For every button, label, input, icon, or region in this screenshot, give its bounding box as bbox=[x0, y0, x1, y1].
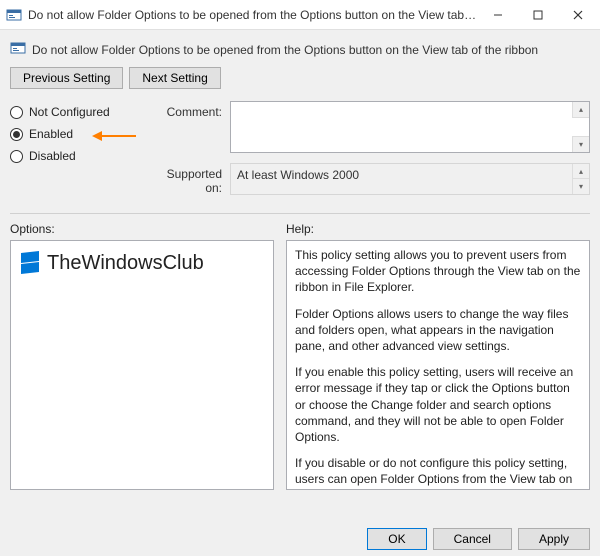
radio-icon bbox=[10, 106, 23, 119]
radio-label: Not Configured bbox=[29, 105, 110, 119]
radio-not-configured[interactable]: Not Configured bbox=[10, 105, 140, 119]
dialog-footer: OK Cancel Apply bbox=[367, 528, 590, 550]
options-panel: TheWindowsClub bbox=[10, 240, 274, 490]
comment-input[interactable]: ▴ ▾ bbox=[230, 101, 590, 153]
policy-icon bbox=[6, 7, 22, 23]
supported-value: At least Windows 2000 bbox=[237, 168, 359, 182]
help-panel: This policy setting allows you to preven… bbox=[286, 240, 590, 490]
next-setting-button[interactable]: Next Setting bbox=[129, 67, 220, 89]
supported-field: At least Windows 2000 ▴ ▾ bbox=[230, 163, 590, 195]
previous-setting-button[interactable]: Previous Setting bbox=[10, 67, 123, 89]
help-column: Help: This policy setting allows you to … bbox=[286, 222, 590, 490]
window-controls bbox=[478, 1, 598, 29]
scroll-up-icon[interactable]: ▴ bbox=[572, 102, 589, 118]
nav-buttons: Previous Setting Next Setting bbox=[10, 67, 590, 89]
help-paragraph: If you enable this policy setting, users… bbox=[295, 364, 581, 445]
ok-button[interactable]: OK bbox=[367, 528, 426, 550]
form-column: Comment: ▴ ▾ Supported on: At least Wind… bbox=[150, 101, 590, 205]
cancel-button[interactable]: Cancel bbox=[433, 528, 512, 550]
close-button[interactable] bbox=[558, 1, 598, 29]
watermark-text: TheWindowsClub bbox=[47, 252, 204, 275]
comment-row: Comment: ▴ ▾ bbox=[150, 101, 590, 153]
config-area: Not Configured Enabled Disabled Comment:… bbox=[10, 101, 590, 205]
scroll-down-icon[interactable]: ▾ bbox=[572, 178, 589, 194]
maximize-button[interactable] bbox=[518, 1, 558, 29]
radio-disabled[interactable]: Disabled bbox=[10, 149, 140, 163]
policy-icon bbox=[10, 40, 26, 59]
radio-label: Enabled bbox=[29, 127, 73, 141]
window-title: Do not allow Folder Options to be opened… bbox=[28, 8, 478, 22]
policy-title: Do not allow Folder Options to be opened… bbox=[32, 43, 538, 57]
help-paragraph: Folder Options allows users to change th… bbox=[295, 306, 581, 355]
supported-row: Supported on: At least Windows 2000 ▴ ▾ bbox=[150, 163, 590, 195]
lower-panels: Options: TheWindowsClub Help: This polic… bbox=[10, 222, 590, 490]
content-area: Do not allow Folder Options to be opened… bbox=[0, 30, 600, 496]
divider bbox=[10, 213, 590, 214]
help-label: Help: bbox=[286, 222, 590, 236]
radio-label: Disabled bbox=[29, 149, 76, 163]
policy-header: Do not allow Folder Options to be opened… bbox=[10, 36, 590, 67]
watermark: TheWindowsClub bbox=[17, 249, 267, 278]
radio-icon bbox=[10, 150, 23, 163]
supported-label: Supported on: bbox=[150, 163, 230, 195]
annotation-arrow-icon bbox=[92, 129, 136, 146]
titlebar: Do not allow Folder Options to be opened… bbox=[0, 0, 600, 30]
radio-enabled[interactable]: Enabled bbox=[10, 127, 140, 141]
options-label: Options: bbox=[10, 222, 274, 236]
help-paragraph: This policy setting allows you to preven… bbox=[295, 247, 581, 296]
comment-label: Comment: bbox=[150, 101, 230, 119]
options-column: Options: TheWindowsClub bbox=[10, 222, 274, 490]
help-paragraph: If you disable or do not configure this … bbox=[295, 455, 581, 490]
minimize-button[interactable] bbox=[478, 1, 518, 29]
apply-button[interactable]: Apply bbox=[518, 528, 590, 550]
radio-icon bbox=[10, 128, 23, 141]
flag-icon bbox=[17, 249, 43, 278]
radio-group: Not Configured Enabled Disabled bbox=[10, 101, 140, 205]
scroll-down-icon[interactable]: ▾ bbox=[572, 136, 589, 152]
